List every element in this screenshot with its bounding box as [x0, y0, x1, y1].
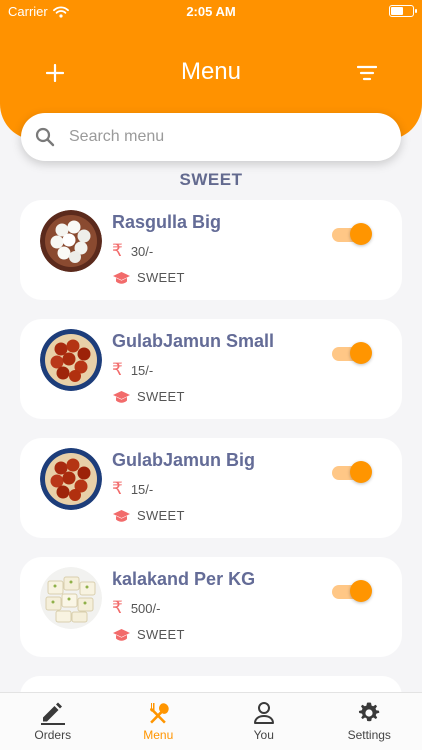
- availability-toggle[interactable]: [332, 342, 372, 364]
- tab-label: Menu: [143, 728, 174, 742]
- item-price: 30/-: [130, 243, 154, 259]
- rupee-icon: ₹: [112, 241, 123, 260]
- item-name: Rasgulla Big: [112, 212, 222, 232]
- graduation-cap-icon: [113, 509, 130, 522]
- tab-label: You: [253, 728, 274, 742]
- tab-label: Orders: [34, 728, 72, 742]
- tab-label: Settings: [347, 728, 391, 742]
- item-price: 500/-: [130, 600, 161, 616]
- status-time: 2:05 AM: [186, 4, 236, 19]
- filter-button[interactable]: [352, 58, 382, 88]
- item-price: 15/-: [130, 481, 154, 497]
- gear-icon: [359, 702, 380, 722]
- item-name: kalakand Per KG: [112, 569, 256, 589]
- tab-menu[interactable]: Menu: [106, 693, 212, 750]
- tab-bar: Orders Menu You Settings: [0, 692, 422, 750]
- item-category: SWEET: [137, 389, 185, 404]
- item-category: SWEET: [137, 270, 185, 285]
- status-bar: Carrier 2:05 AM: [0, 0, 422, 22]
- menu-item-card[interactable]: GulabJamun Big ₹ 15/- SWEET: [20, 438, 402, 538]
- menu-list: Rasgulla Big ₹ 30/- SWEET GulabJamun Sma…: [20, 200, 402, 735]
- tab-you[interactable]: You: [211, 693, 317, 750]
- fork-spoon-icon: [150, 703, 169, 724]
- gulabjamun-image: [40, 448, 102, 510]
- availability-toggle[interactable]: [332, 461, 372, 483]
- tab-settings[interactable]: Settings: [317, 693, 422, 750]
- availability-toggle[interactable]: [332, 580, 372, 602]
- search-icon: [35, 127, 55, 147]
- item-name: GulabJamun Big: [112, 450, 256, 470]
- tab-orders[interactable]: Orders: [0, 693, 106, 750]
- menu-item-card[interactable]: kalakand Per KG ₹ 500/- SWEET: [20, 557, 402, 657]
- kalakand-image: [40, 567, 102, 629]
- graduation-cap-icon: [113, 628, 130, 641]
- gulabjamun-image: [40, 329, 102, 391]
- rupee-icon: ₹: [112, 360, 123, 379]
- rupee-icon: ₹: [112, 479, 123, 498]
- availability-toggle[interactable]: [332, 223, 372, 245]
- filter-icon: [357, 65, 377, 81]
- item-category: SWEET: [137, 627, 185, 642]
- search-input[interactable]: [69, 128, 369, 146]
- graduation-cap-icon: [113, 390, 130, 403]
- graduation-cap-icon: [113, 271, 130, 284]
- menu-item-card[interactable]: Rasgulla Big ₹ 30/- SWEET: [20, 200, 402, 300]
- rasgulla-image: [40, 210, 102, 272]
- person-icon: [253, 702, 274, 724]
- rupee-icon: ₹: [112, 598, 123, 617]
- search-bar[interactable]: [21, 113, 401, 161]
- item-category: SWEET: [137, 508, 185, 523]
- item-name: GulabJamun Small: [112, 331, 275, 351]
- menu-item-card[interactable]: GulabJamun Small ₹ 15/- SWEET: [20, 319, 402, 419]
- pencil-icon: [40, 702, 65, 725]
- item-price: 15/-: [130, 362, 154, 378]
- battery-icon: [389, 5, 417, 17]
- section-title: SWEET: [179, 170, 243, 189]
